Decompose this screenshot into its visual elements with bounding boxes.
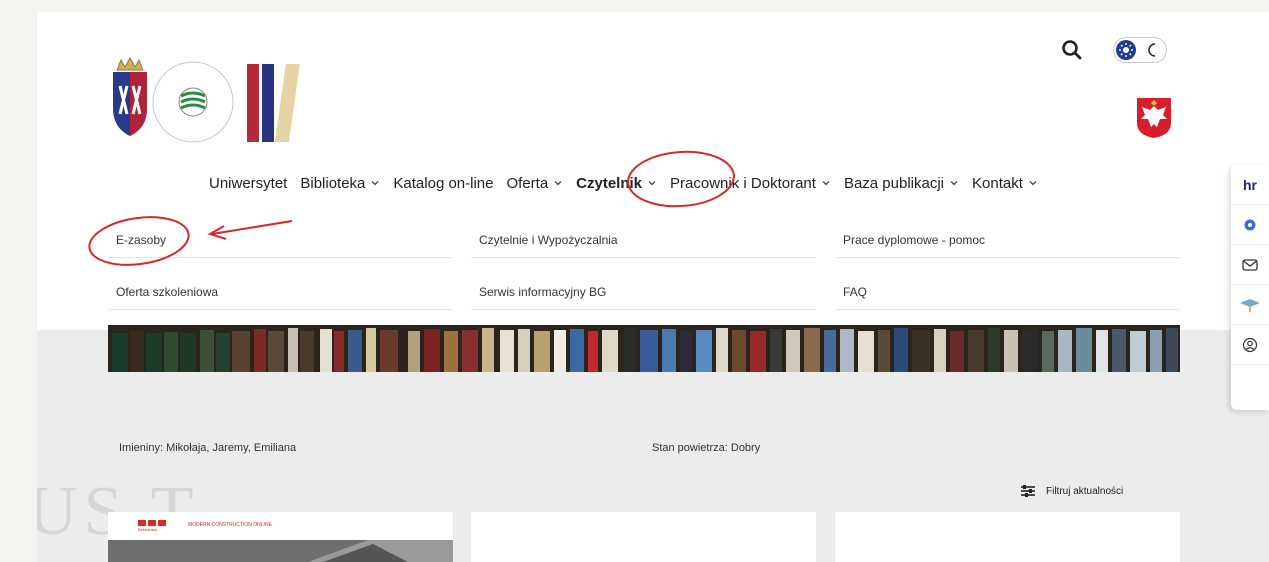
bookshelf-image [108, 325, 1180, 372]
nameday-text: Imieniny: Mikołaja, Jaremy, Emiliana [119, 442, 297, 454]
air-quality-text: Stan powietrza: Dobry [652, 442, 761, 454]
card-brand-text: Birkhäuser [138, 527, 158, 532]
nav-label: Uniwersytet [209, 174, 288, 192]
card-title: MODERN CONSTRUCTION ONLINE [188, 522, 272, 528]
filter-news-button[interactable]: Filtruj aktualności [1020, 484, 1123, 498]
search-icon[interactable] [1059, 37, 1085, 63]
chevron-down-icon [554, 181, 562, 186]
filter-label: Filtruj aktualności [1046, 485, 1124, 497]
nav-label: Biblioteka [300, 174, 366, 192]
side-mail-button[interactable] [1231, 245, 1269, 285]
chevron-down-icon [648, 181, 656, 186]
dropdown-label: Serwis informacyjny BG [479, 284, 607, 299]
sun-icon [1116, 40, 1136, 60]
nav-biblioteka[interactable]: Biblioteka [300, 175, 380, 192]
nav-czytelnik[interactable]: Czytelnik [576, 175, 657, 192]
sliders-icon [1021, 485, 1035, 497]
dropdown-item-czytelnie[interactable]: Czytelnie i Wypożyczalnia [471, 222, 816, 258]
dropdown-label: E-zasoby [116, 232, 167, 247]
nav-label: Baza publikacji [843, 174, 944, 192]
side-user-button[interactable] [1231, 325, 1269, 365]
dropdown-label: Czytelnie i Wypożyczalnia [479, 232, 618, 247]
page: Uniwersytet Biblioteka Katalog on-line O… [37, 12, 1269, 562]
dropdown-item-e-zasoby[interactable]: E-zasoby [108, 222, 453, 258]
nav-baza-publikacji[interactable]: Baza publikacji [844, 175, 959, 192]
nav-label: Katalog on-line [393, 174, 494, 192]
side-graduation-button[interactable] [1231, 285, 1269, 325]
chevron-down-icon [371, 181, 379, 186]
user-icon [1242, 337, 1258, 352]
dropdown-label: Prace dyplomowe - pomoc [843, 232, 986, 247]
theme-toggle[interactable] [1113, 37, 1167, 63]
chevron-down-icon [950, 181, 958, 186]
dropdown-item-prace-dyplomowe[interactable]: Prace dyplomowe - pomoc [835, 222, 1180, 258]
chevron-down-icon [822, 181, 830, 186]
sphere-icon [1244, 219, 1256, 230]
dropdown-item-serwis-informacyjny[interactable]: Serwis informacyjny BG [471, 274, 816, 310]
nav-label: Kontakt [972, 174, 1023, 192]
card-brand-logo: Birkhäuser [138, 520, 174, 534]
hero-banner [108, 325, 1180, 372]
card-image [108, 540, 453, 562]
nav-katalog[interactable]: Katalog on-line [393, 175, 493, 192]
main-nav: Uniwersytet Biblioteka Katalog on-line O… [209, 170, 1051, 196]
chevron-down-icon [1029, 181, 1037, 186]
nav-uniwersytet[interactable]: Uniwersytet [209, 175, 287, 192]
nav-label: Oferta [506, 174, 549, 192]
nav-kontakt[interactable]: Kontakt [972, 175, 1038, 192]
university-logo [113, 56, 300, 143]
side-sphere-button[interactable] [1231, 205, 1269, 245]
dropdown-item-oferta-szkoleniowa[interactable]: Oferta szkoleniowa [108, 274, 453, 310]
graduation-cap-icon [1240, 298, 1260, 312]
side-toolbar: hr [1231, 165, 1269, 410]
hr-icon: hr [1243, 176, 1257, 193]
dropdown-label: FAQ [843, 284, 868, 299]
polish-emblem[interactable] [1136, 97, 1172, 139]
nav-pracownik[interactable]: Pracownik i Doktorant [670, 175, 831, 192]
nav-label: Czytelnik [576, 174, 643, 192]
logo-group[interactable] [107, 56, 307, 148]
news-card[interactable] [835, 512, 1180, 562]
side-hr-button[interactable]: hr [1231, 165, 1269, 205]
news-card[interactable]: Birkhäuser MODERN CONSTRUCTION ONLINE [108, 512, 453, 562]
nav-oferta[interactable]: Oferta [506, 175, 563, 192]
nav-label: Pracownik i Doktorant [670, 174, 816, 192]
moon-icon [1144, 41, 1162, 59]
dropdown-label: Oferta szkoleniowa [116, 284, 219, 299]
header: Uniwersytet Biblioteka Katalog on-line O… [37, 12, 1269, 330]
dropdown-item-faq[interactable]: FAQ [835, 274, 1180, 310]
news-card[interactable] [471, 512, 816, 562]
mail-icon [1242, 258, 1258, 271]
